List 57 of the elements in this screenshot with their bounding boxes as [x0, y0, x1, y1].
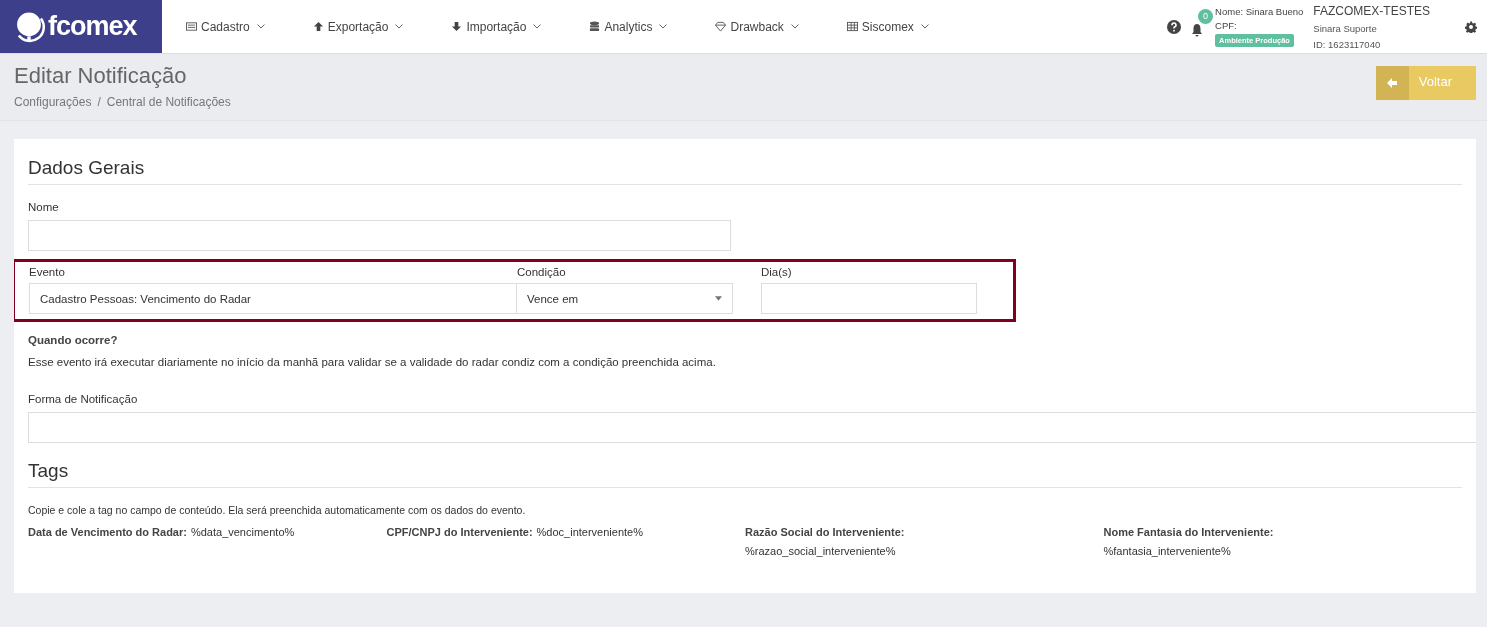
nav-menu[interactable]: Exportação: [288, 19, 404, 34]
field-label: Dia(s): [761, 266, 793, 278]
nav-menu[interactable]: Siscomex: [822, 19, 929, 34]
bell-icon[interactable]: [1191, 22, 1204, 37]
caret-icon: [715, 296, 722, 301]
nav-menu[interactable]: Cadastro: [162, 19, 265, 34]
breadcrumb-link[interactable]: Configurações: [14, 95, 92, 109]
field-label: Quando ocorre?: [28, 334, 119, 346]
chevron-icon: [790, 24, 799, 29]
event-field[interactable]: Cadastro Pessoas: Vencimento do Radar: [29, 283, 517, 314]
up-arrow-icon: [312, 21, 324, 32]
user-role: Sinara Suporte: [1313, 22, 1377, 34]
down-arrow-icon: [451, 21, 463, 32]
field-label: Condição: [517, 266, 567, 278]
database-icon: [589, 21, 601, 32]
tag-code: %doc_interveniente%: [536, 526, 643, 538]
chevron-icon: [395, 24, 404, 29]
breadcrumb-link[interactable]: Central de Notificações: [106, 95, 231, 109]
tag-code: %razao_social_interveniente%: [745, 545, 896, 557]
tag-label: Razão Social do Interveniente:: [745, 526, 905, 538]
nav-menu[interactable]: Importação: [427, 19, 542, 34]
user-id: ID: 1623117040: [1313, 38, 1381, 50]
table-icon: [846, 21, 858, 32]
left-arrow-icon: [1386, 77, 1399, 89]
chevron-icon: [920, 24, 929, 29]
field-label: Evento: [29, 266, 66, 278]
page-title: Editar Notificação: [14, 63, 188, 89]
tag-label: Nome Fantasia do Interveniente:: [1103, 526, 1274, 538]
tag-code: %data_vencimento%: [190, 526, 295, 538]
hint-text: Copie e cole a tag no campo de conteúdo. Ela será preenchida automaticamente com os dados do evento.: [28, 504, 527, 516]
field-label: Forma de Notificação: [28, 393, 139, 405]
description-text: Esse evento irá executar diariamente no início da manhã para validar se a validade do radar condiz com a condição preenchida acima.: [28, 356, 717, 368]
tag-code: %fantasia_interveniente%: [1103, 545, 1231, 557]
name-input[interactable]: [28, 220, 731, 251]
breadcrumb-separator: /: [97, 95, 101, 109]
field-label: Nome: [28, 201, 60, 213]
company-name: FAZCOMEX-TESTES: [1313, 3, 1430, 18]
condition-select[interactable]: Vence em: [517, 283, 733, 314]
cpf-label: CPF:: [1215, 20, 1237, 31]
nav-menu[interactable]: Analytics: [565, 19, 668, 34]
section-heading: Tags: [28, 460, 1462, 488]
notification-input[interactable]: [28, 412, 1476, 443]
tag-label: Data de Vencimento do Radar:: [28, 526, 187, 538]
nav-menu[interactable]: Drawback: [691, 19, 799, 34]
settings-icon[interactable]: [1465, 20, 1477, 33]
section-heading: Dados Gerais: [28, 157, 1462, 185]
notification-count: 0: [1198, 8, 1214, 24]
chevron-icon: [659, 24, 668, 29]
user-name: Nome: Sinara Bueno: [1215, 6, 1304, 17]
list-icon: [186, 21, 197, 32]
tag-label: CPF/CNPJ do Interveniente:: [386, 526, 533, 538]
diamond-icon: [715, 21, 727, 32]
chevron-icon: [533, 24, 542, 29]
chevron-icon: [256, 24, 265, 29]
days-input[interactable]: [761, 283, 977, 314]
help-icon[interactable]: [1167, 19, 1182, 34]
brand-logo[interactable]: fcomex: [0, 0, 162, 53]
